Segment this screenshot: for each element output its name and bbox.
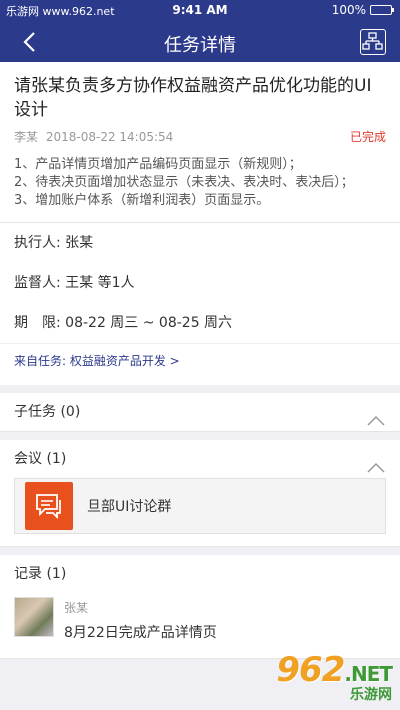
- task-meta: 李某 2018-08-22 14:05:54 已完成: [14, 128, 386, 148]
- meeting-name: 旦部UI讨论群: [87, 499, 172, 515]
- battery-indicator: 100%: [331, 3, 394, 17]
- watermark-text: 乐游网: [350, 687, 392, 703]
- record-item[interactable]: 张某 8月22日完成产品详情页: [0, 593, 400, 658]
- records-label: 记录 (1): [14, 566, 67, 582]
- chat-icon: [25, 482, 73, 530]
- record-author: 张某: [64, 601, 89, 615]
- meetings-header[interactable]: 会议 (1): [0, 440, 400, 478]
- avatar: [14, 597, 54, 637]
- subtasks-label: 子任务 (0): [14, 404, 81, 420]
- site-watermark: 962.NET 乐游网: [276, 650, 393, 704]
- status-bar: 乐游网 www.962.net 9:41 AM 100%: [0, 0, 400, 22]
- source-task-link[interactable]: 来自任务: 权益融资产品开发 >: [0, 343, 400, 385]
- task-title: 请张某负责多方协作权益融资产品优化功能的UI设计: [14, 76, 372, 120]
- desc-line: 3、增加账户体系（新增利润表）页面显示。: [14, 193, 270, 208]
- battery-icon: [370, 5, 394, 15]
- page-title: 任务详情: [164, 35, 236, 56]
- nav-bar: 任务详情: [0, 22, 400, 62]
- meetings-label: 会议 (1): [14, 451, 67, 467]
- records-header: 记录 (1): [0, 555, 400, 593]
- record-text: 8月22日完成产品详情页: [64, 625, 217, 641]
- chevron-up-icon[interactable]: [366, 405, 386, 426]
- task-description: 1、产品详情页增加产品编码页面显示（新规则）； 2、待表决页面增加状态显示（未表…: [0, 152, 400, 223]
- subtasks-section: 子任务 (0): [0, 393, 400, 432]
- chevron-up-icon[interactable]: [366, 452, 386, 473]
- records-section: 记录 (1) 张某 8月22日完成产品详情页: [0, 555, 400, 659]
- executor-field: 执行人: 张某: [14, 235, 94, 251]
- task-author: 李某: [14, 130, 39, 144]
- supervisor-field[interactable]: 监督人: 王某 等1人: [0, 263, 400, 303]
- task-card: 请张某负责多方协作权益融资产品优化功能的UI设计 李某 2018-08-22 1…: [0, 62, 400, 385]
- meeting-item[interactable]: 旦部UI讨论群: [14, 478, 386, 534]
- desc-line: 2、待表决页面增加状态显示（未表决、表决时、表决后）；: [14, 175, 354, 190]
- period-field: 期 限: 08-22 周三 ~ 08-25 周六: [14, 315, 233, 331]
- desc-line: 1、产品详情页增加产品编码页面显示（新规则）；: [14, 157, 302, 172]
- subtasks-header[interactable]: 子任务 (0): [0, 393, 400, 431]
- status-badge: 已完成: [349, 130, 386, 144]
- meetings-section: 会议 (1) 旦部UI讨论群: [0, 440, 400, 547]
- org-chart-icon[interactable]: [360, 29, 386, 55]
- task-datetime: 2018-08-22 14:05:54: [45, 130, 174, 144]
- battery-percent: 100%: [331, 3, 366, 17]
